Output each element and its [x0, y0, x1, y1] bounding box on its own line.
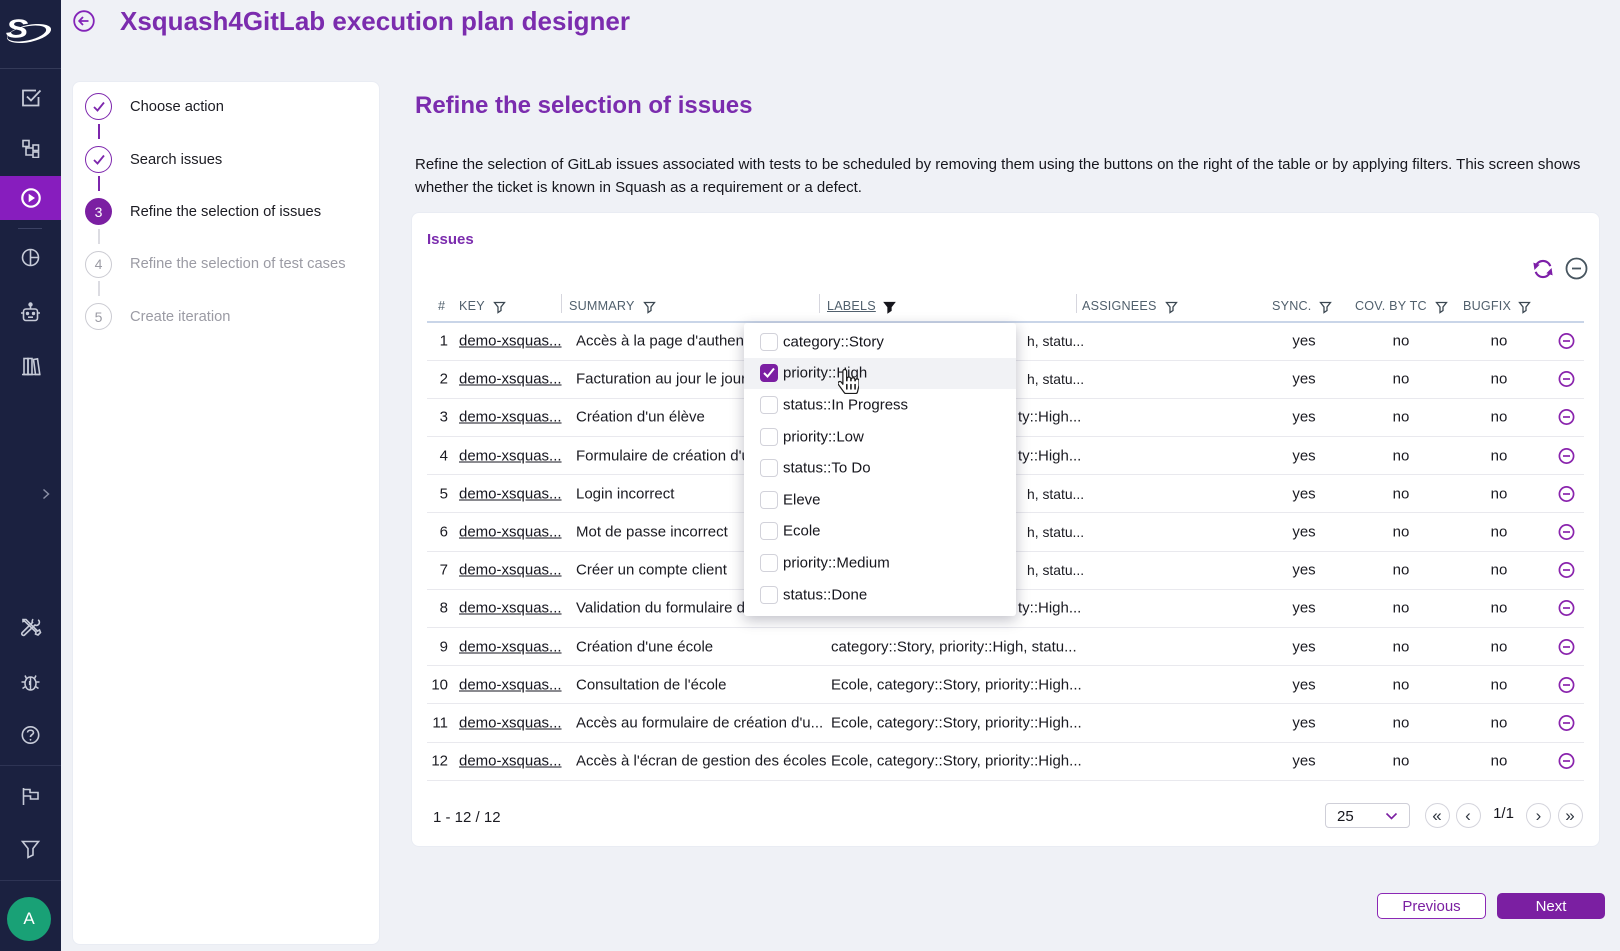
svg-text:S: S: [6, 15, 29, 43]
